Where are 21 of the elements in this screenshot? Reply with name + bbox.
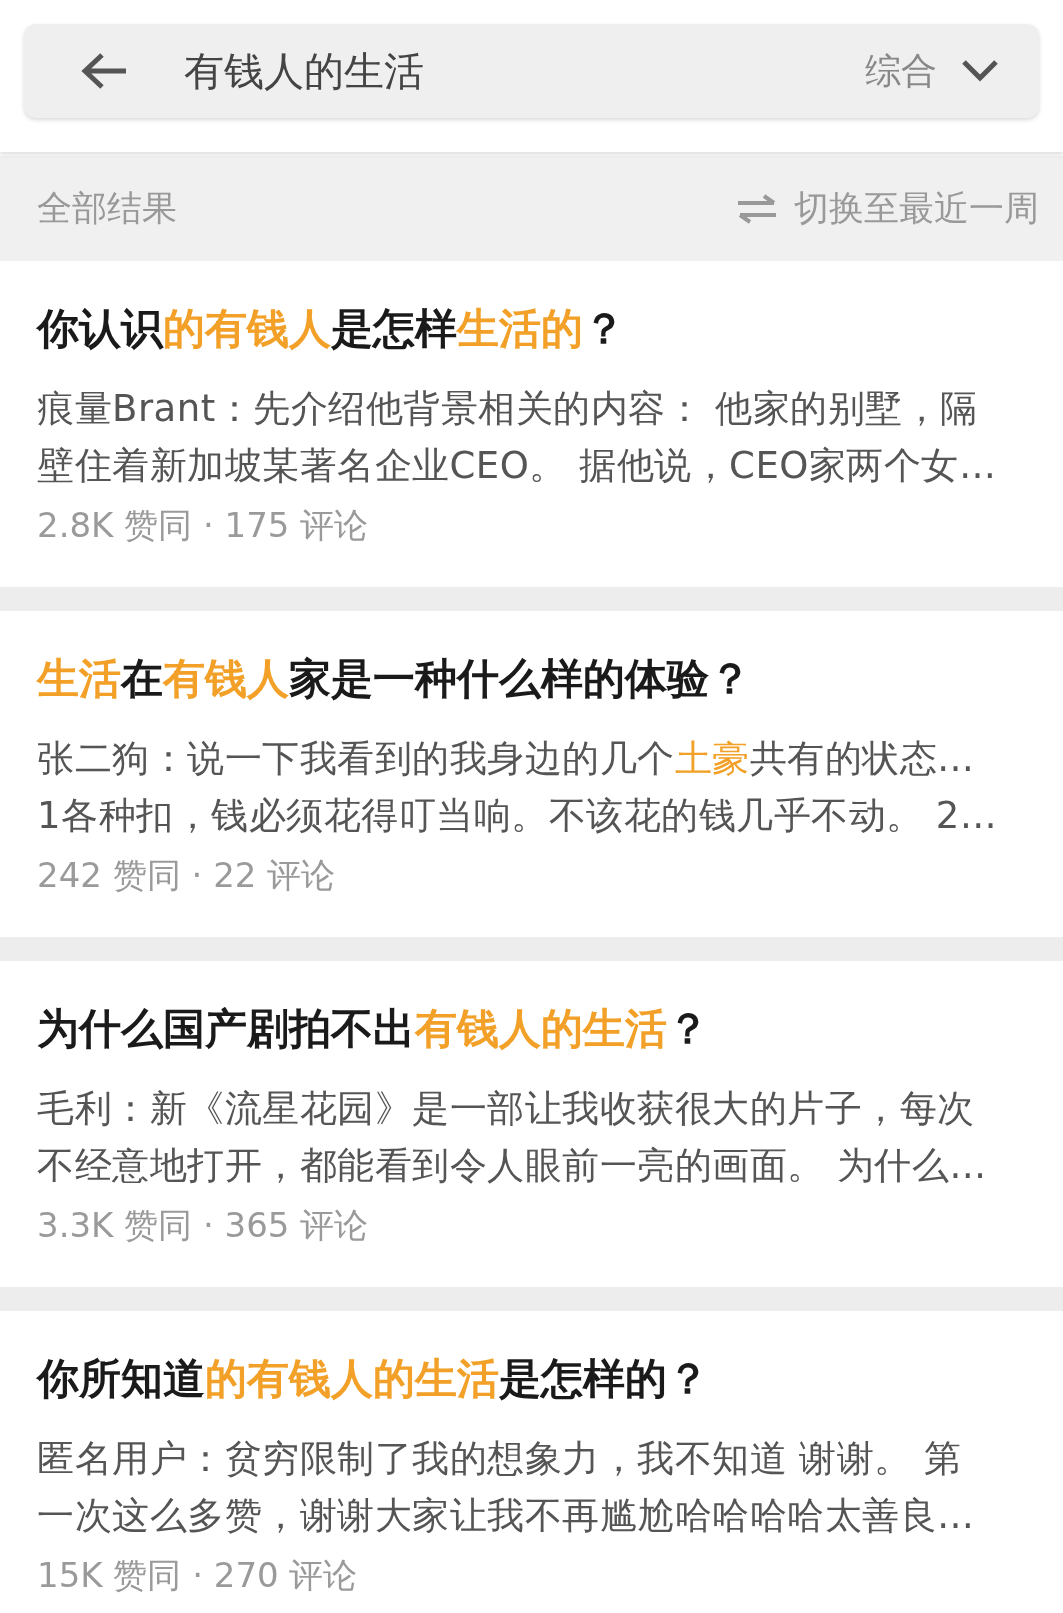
results-label: 全部结果 (37, 187, 177, 231)
swap-arrows-icon (736, 193, 778, 224)
result-title[interactable]: 你认识的有钱人是怎样生活的？ (37, 297, 1033, 360)
excerpt-line: 不经意地打开，都能看到令人眼前一亮的画面。 为什么… (37, 1143, 988, 1189)
result-stats: 2.8K 赞同 · 175 评论 (37, 504, 370, 547)
result-stats: 15K 赞同 · 270 评论 (37, 1554, 359, 1597)
chevron-down-icon (961, 59, 999, 83)
excerpt-line: 痕量Brant：先介绍他背景相关的内容： 他家的别墅，隔 (37, 386, 979, 432)
back-arrow-icon[interactable] (80, 51, 128, 91)
result-stats: 3.3K 赞同 · 365 评论 (37, 1204, 370, 1247)
search-query[interactable]: 有钱人的生活 (184, 41, 424, 101)
excerpt-line: 张二狗：说一下我看到的我身边的几个土豪共有的状态… (37, 736, 976, 782)
result-title[interactable]: 你所知道的有钱人的生活是怎样的？ (37, 1347, 1033, 1410)
excerpt-line: 毛利：新《流星花园》是一部让我收获很大的片子，每次 (37, 1086, 976, 1132)
excerpt-line: 一次这么多赞，谢谢大家让我不再尴尬哈哈哈哈太善良… (37, 1493, 976, 1539)
excerpt-line: 匿名用户：贫穷限制了我的想象力，我不知道 谢谢。 第 (37, 1436, 963, 1482)
excerpt-line: 1各种扣，钱必须花得叮当响。不该花的钱几乎不动。 2… (37, 793, 999, 839)
result-stats: 242 赞同 · 22 评论 (37, 854, 337, 897)
excerpt-line: 壁住着新加坡某著名企业CEO。 据他说，CEO家两个女… (37, 443, 998, 489)
result-title[interactable]: 生活在有钱人家是一种什么样的体验？ (37, 647, 1033, 710)
result-title[interactable]: 为什么国产剧拍不出有钱人的生活？ (37, 997, 1033, 1060)
